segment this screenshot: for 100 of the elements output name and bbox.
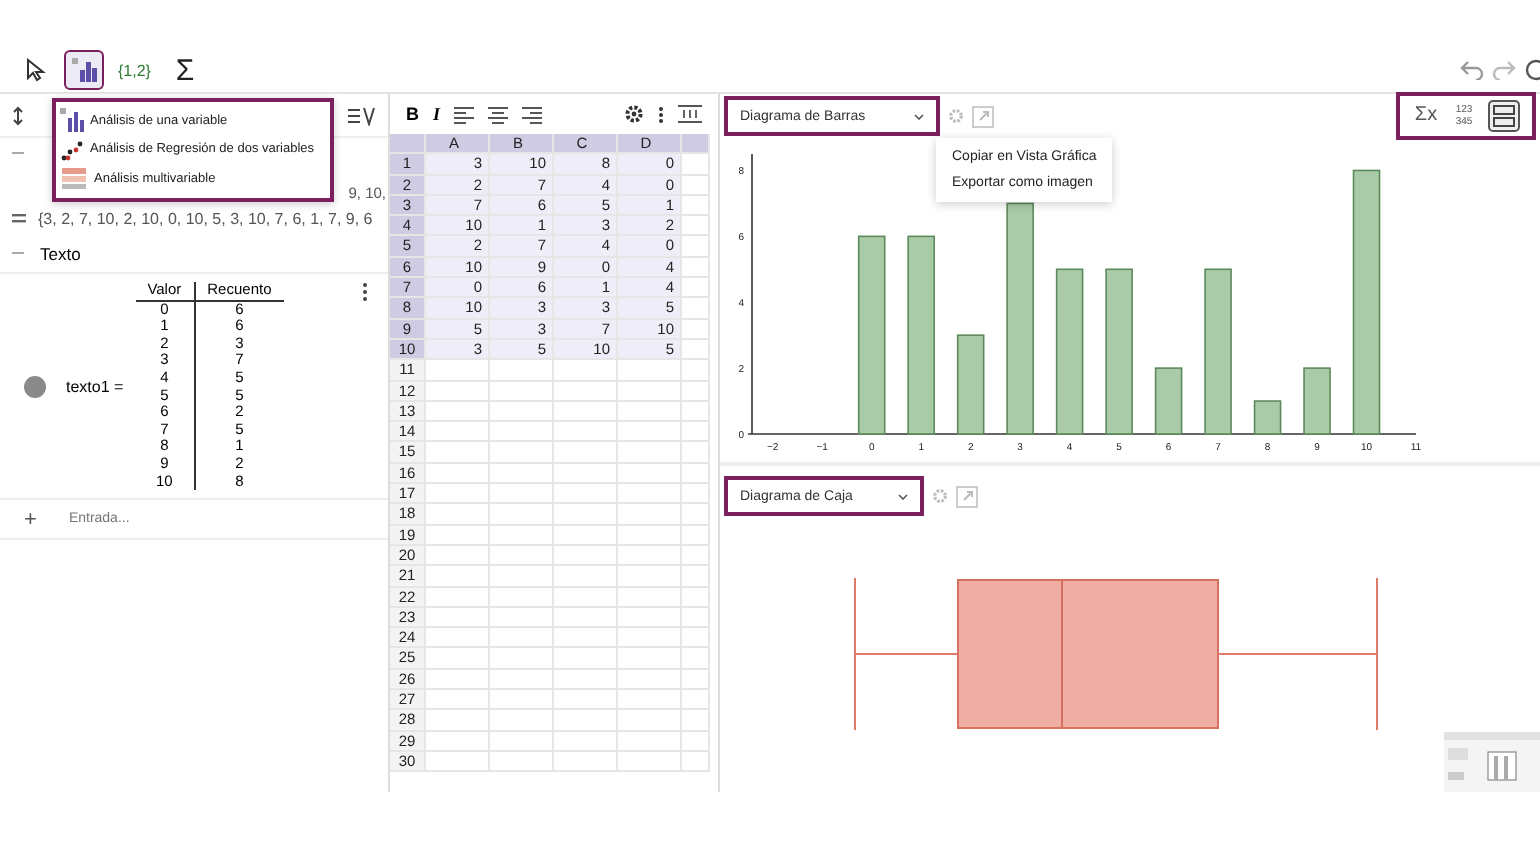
spreadsheet-cell[interactable] <box>682 319 710 340</box>
spreadsheet-cell[interactable] <box>618 710 682 732</box>
add-button[interactable]: + <box>24 507 37 532</box>
spreadsheet-cell[interactable] <box>682 566 710 588</box>
spreadsheet-cell[interactable] <box>618 628 682 649</box>
spreadsheet-cell[interactable] <box>426 648 490 670</box>
spreadsheet-cell[interactable] <box>618 751 682 773</box>
spreadsheet-cell[interactable] <box>682 525 710 546</box>
spreadsheet-cell[interactable] <box>426 710 490 732</box>
align-left-icon[interactable] <box>454 105 475 123</box>
spreadsheet-cell[interactable] <box>554 648 618 670</box>
layout-icon[interactable] <box>1488 100 1520 132</box>
settings-icon[interactable] <box>624 104 644 124</box>
spreadsheet-cell[interactable] <box>682 710 710 732</box>
spreadsheet-cell[interactable] <box>426 628 490 649</box>
spreadsheet-cell[interactable] <box>682 257 710 279</box>
spreadsheet-cell[interactable] <box>682 751 710 773</box>
align-right-icon[interactable] <box>522 105 543 123</box>
spreadsheet-cell[interactable] <box>490 587 554 608</box>
spreadsheet-cell[interactable] <box>490 484 554 505</box>
spreadsheet-cell[interactable] <box>682 216 710 237</box>
spreadsheet-cell[interactable] <box>426 525 490 546</box>
columns-icon[interactable] <box>678 104 702 124</box>
spreadsheet-cell[interactable] <box>554 381 618 402</box>
spreadsheet-cell[interactable] <box>682 669 710 691</box>
spreadsheet-cell[interactable] <box>554 690 618 711</box>
bold-button[interactable]: B <box>406 104 419 124</box>
spreadsheet-cell[interactable] <box>554 484 618 505</box>
spreadsheet-cell[interactable] <box>426 422 490 443</box>
spreadsheet-cell[interactable] <box>682 690 710 711</box>
spreadsheet-cell[interactable] <box>682 422 710 443</box>
visibility-dot[interactable] <box>24 375 46 398</box>
spreadsheet-cell[interactable] <box>618 422 682 443</box>
spreadsheet-cell[interactable] <box>490 381 554 402</box>
spreadsheet-cell[interactable] <box>618 401 682 423</box>
spreadsheet-cell[interactable] <box>554 463 618 485</box>
spreadsheet-cell[interactable] <box>490 751 554 773</box>
spreadsheet-cell[interactable] <box>682 401 710 423</box>
spreadsheet-cell[interactable] <box>682 731 710 752</box>
spreadsheet-cell[interactable] <box>618 381 682 402</box>
spreadsheet-cell[interactable] <box>618 731 682 752</box>
spreadsheet-cell[interactable] <box>554 525 618 546</box>
spreadsheet-cell[interactable] <box>618 442 682 464</box>
spreadsheet-cell[interactable] <box>554 731 618 752</box>
histogram-tool[interactable] <box>64 50 104 90</box>
undo-icon[interactable] <box>1460 60 1484 80</box>
export-icon[interactable] <box>956 485 978 507</box>
spreadsheet-cell[interactable] <box>682 484 710 505</box>
more-icon[interactable] <box>658 105 664 123</box>
spreadsheet-cell[interactable] <box>490 422 554 443</box>
spreadsheet-cell[interactable] <box>682 360 710 382</box>
spreadsheet-cell[interactable] <box>490 504 554 526</box>
spreadsheet-cell[interactable] <box>426 731 490 752</box>
spreadsheet-cell[interactable] <box>618 484 682 505</box>
spreadsheet-cell[interactable] <box>490 607 554 629</box>
spreadsheet-cell[interactable] <box>682 381 710 402</box>
spreadsheet-cell[interactable] <box>618 360 682 382</box>
spreadsheet-cell[interactable] <box>682 339 710 361</box>
spreadsheet-cell[interactable] <box>682 545 710 567</box>
spreadsheet-cell[interactable] <box>554 669 618 691</box>
spreadsheet-cell[interactable] <box>426 607 490 629</box>
redo-icon[interactable] <box>1492 60 1516 80</box>
spreadsheet-cell[interactable] <box>618 607 682 629</box>
spreadsheet-cell[interactable] <box>618 669 682 691</box>
column-header[interactable] <box>682 134 710 155</box>
spreadsheet-cell[interactable] <box>554 607 618 629</box>
spreadsheet-cell[interactable] <box>490 566 554 588</box>
spreadsheet-cell[interactable] <box>426 360 490 382</box>
spreadsheet-cell[interactable] <box>682 175 710 196</box>
spreadsheet-cell[interactable] <box>554 504 618 526</box>
spreadsheet-cell[interactable] <box>426 566 490 588</box>
spreadsheet-cell[interactable] <box>682 463 710 485</box>
spreadsheet-cell[interactable] <box>554 442 618 464</box>
spreadsheet-cell[interactable] <box>682 607 710 629</box>
spreadsheet-cell[interactable] <box>554 587 618 608</box>
input-icon[interactable] <box>12 105 24 125</box>
spreadsheet-cell[interactable] <box>490 628 554 649</box>
search-icon[interactable] <box>1524 58 1540 82</box>
spreadsheet-cell[interactable] <box>618 566 682 588</box>
spreadsheet-cell[interactable] <box>682 236 710 258</box>
spreadsheet-cell[interactable] <box>554 360 618 382</box>
spreadsheet-cell[interactable] <box>490 648 554 670</box>
spreadsheet-cell[interactable] <box>490 710 554 732</box>
align-center-icon[interactable] <box>488 105 509 123</box>
spreadsheet-cell[interactable] <box>682 587 710 608</box>
spreadsheet-cell[interactable] <box>682 648 710 670</box>
spreadsheet-cell[interactable] <box>426 669 490 691</box>
spreadsheet-cell[interactable] <box>426 401 490 423</box>
spreadsheet-cell[interactable] <box>554 545 618 567</box>
spreadsheet-cell[interactable] <box>426 545 490 567</box>
list-tool[interactable]: {1,2} <box>112 50 157 90</box>
spreadsheet-cell[interactable] <box>490 525 554 546</box>
more-icon[interactable] <box>362 282 368 302</box>
spreadsheet-cell[interactable] <box>426 587 490 608</box>
spreadsheet-cell[interactable] <box>426 690 490 711</box>
spreadsheet-cell[interactable] <box>490 401 554 423</box>
spreadsheet-cell[interactable] <box>682 442 710 464</box>
spreadsheet-cell[interactable] <box>554 710 618 732</box>
spreadsheet-cell[interactable] <box>618 504 682 526</box>
spreadsheet-cell[interactable] <box>490 690 554 711</box>
